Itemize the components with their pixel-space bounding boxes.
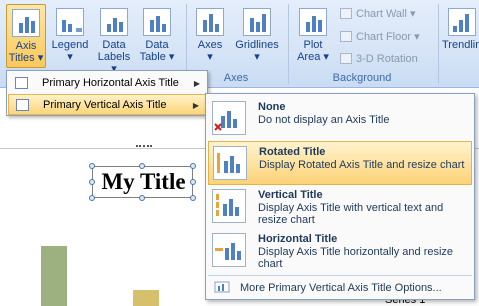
no-title-icon-graphic bbox=[214, 111, 237, 131]
axes-icon bbox=[196, 8, 224, 36]
option-vertical-title[interactable]: Vertical Title Display Axis Title with v… bbox=[208, 185, 472, 229]
menu-item-primary-horizontal-axis-title[interactable]: Primary Horizontal Axis Title ▶ bbox=[8, 73, 206, 94]
vertical-title-icon bbox=[212, 189, 246, 223]
plot-area-icon bbox=[299, 8, 327, 36]
axis-titles-button[interactable]: Axis Titles ▾ bbox=[6, 4, 46, 68]
selection-handle[interactable] bbox=[89, 179, 95, 185]
horizontal-title-icon-graphic bbox=[215, 243, 241, 260]
chart-title-box[interactable]: My Title bbox=[92, 166, 193, 198]
data-labels-button[interactable]: Data Labels ▾ bbox=[92, 4, 136, 75]
trendline-button[interactable]: Trendlin bbox=[442, 4, 479, 68]
option-title: Vertical Title bbox=[258, 189, 323, 201]
gridlines-icon bbox=[243, 8, 271, 36]
chart-floor-icon bbox=[340, 31, 352, 42]
selection-handle[interactable] bbox=[190, 195, 196, 201]
resize-handle[interactable] bbox=[136, 145, 152, 149]
horizontal-title-icon bbox=[212, 233, 246, 267]
selection-handle[interactable] bbox=[89, 195, 95, 201]
gridlines-button[interactable]: Gridlines ▾ bbox=[232, 4, 282, 68]
more-options-link[interactable]: More Primary Vertical Axis Title Options… bbox=[240, 282, 442, 294]
option-description: Display Axis Title horizontally and resi… bbox=[258, 246, 454, 270]
more-options-icon bbox=[214, 281, 230, 293]
group-label-background: Background bbox=[332, 72, 392, 84]
option-description: Display Axis Title with vertical text an… bbox=[258, 202, 444, 226]
chart-title: My Title bbox=[101, 169, 186, 194]
rotated-title-icon bbox=[213, 146, 247, 180]
trendline-icon bbox=[448, 8, 476, 36]
legend-button[interactable]: Legend ▾ bbox=[48, 4, 92, 68]
selection-handle[interactable] bbox=[190, 179, 196, 185]
menu-item-primary-vertical-axis-title[interactable]: Primary Vertical Axis Title ▶ bbox=[8, 94, 206, 115]
plot-area-button[interactable]: Plot Area ▾ bbox=[294, 4, 332, 68]
vertical-axis-title-flyout: None Do not display an Axis Title Rotate… bbox=[205, 93, 475, 300]
option-description: Do not display an Axis Title bbox=[258, 114, 390, 126]
data-table-icon bbox=[143, 8, 171, 36]
option-horizontal-title[interactable]: Horizontal Title Display Axis Title hori… bbox=[208, 229, 472, 273]
submenu-arrow-icon: ▶ bbox=[193, 79, 200, 88]
selection-handle[interactable] bbox=[139, 195, 145, 201]
no-title-icon bbox=[212, 101, 246, 135]
3d-rotation-button[interactable]: 3-D Rotation bbox=[340, 51, 418, 67]
axis-titles-icon bbox=[12, 9, 40, 37]
chart-wall-button[interactable]: Chart Wall ▾ bbox=[340, 6, 416, 22]
option-title: None bbox=[258, 101, 286, 113]
option-none[interactable]: None Do not display an Axis Title bbox=[208, 97, 472, 141]
chart-wall-icon bbox=[340, 8, 352, 19]
vertical-axis-title-icon bbox=[16, 99, 29, 111]
vertical-title-icon-graphic bbox=[216, 194, 239, 216]
axis-titles-label: Axis Titles ▾ bbox=[8, 40, 44, 64]
selection-handle[interactable] bbox=[190, 163, 196, 169]
ribbon-separator bbox=[438, 4, 439, 84]
submenu-arrow-icon: ▶ bbox=[192, 101, 199, 110]
legend-icon bbox=[56, 8, 84, 36]
chart-bar[interactable] bbox=[41, 246, 67, 306]
rotated-title-icon-graphic bbox=[217, 153, 240, 173]
plot-area-label: Plot Area ▾ bbox=[297, 39, 329, 63]
option-title: Rotated Title bbox=[259, 146, 326, 158]
data-table-label: Data Table ▾ bbox=[139, 39, 175, 63]
axis-titles-submenu: Primary Horizontal Axis Title ▶ Primary … bbox=[6, 70, 208, 116]
option-title: Horizontal Title bbox=[258, 233, 338, 245]
option-description: Display Rotated Axis Title and resize ch… bbox=[259, 159, 465, 171]
data-table-button[interactable]: Data Table ▾ bbox=[136, 4, 178, 68]
selection-handle[interactable] bbox=[139, 163, 145, 169]
chart-floor-button[interactable]: Chart Floor ▾ bbox=[340, 29, 420, 45]
chart-bar[interactable] bbox=[133, 290, 159, 306]
option-rotated-title[interactable]: Rotated Title Display Rotated Axis Title… bbox=[208, 141, 472, 185]
axes-button[interactable]: Axes ▾ bbox=[190, 4, 230, 68]
horizontal-axis-title-icon bbox=[15, 77, 28, 89]
selection-handle[interactable] bbox=[89, 163, 95, 169]
data-labels-icon bbox=[100, 8, 128, 36]
3d-rotation-icon bbox=[340, 53, 352, 64]
menu-separator bbox=[208, 275, 472, 276]
ribbon-separator bbox=[288, 4, 289, 84]
